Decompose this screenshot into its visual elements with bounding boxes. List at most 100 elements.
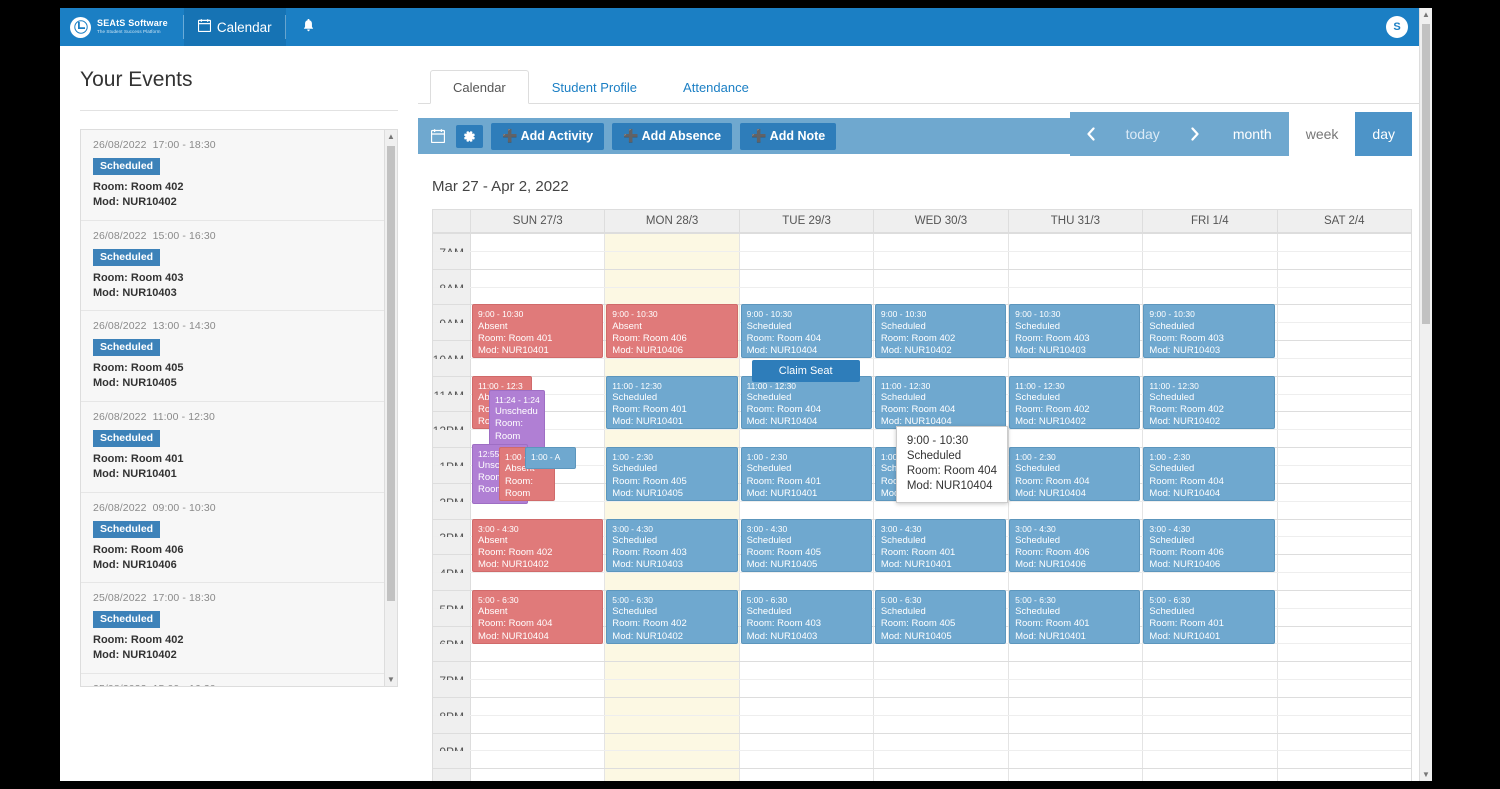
- calendar-event[interactable]: 9:00 - 10:30 Absent Room: Room 401 Mod: NUR…: [472, 304, 604, 358]
- event-room: Room: Room 406: [612, 332, 687, 344]
- list-item[interactable]: 25/08/2022 17:00 - 18:30 Scheduled Room: Ro…: [81, 583, 384, 675]
- calendar-event[interactable]: 5:00 - 6:30 Scheduled Room: Room 401 Mod: N…: [1009, 590, 1141, 644]
- status-badge: Scheduled: [93, 158, 161, 175]
- event-room: Room: Room 405: [612, 475, 687, 487]
- page-scroll-down-icon[interactable]: ▼: [1420, 768, 1432, 781]
- add-activity-button[interactable]: ➕ Add Activity: [491, 122, 605, 150]
- time-label-cell: [433, 430, 471, 448]
- calendar-event[interactable]: 9:00 - 10:30 Scheduled Room: Room 404 Mod: …: [740, 304, 872, 358]
- event-status: Scheduled: [746, 463, 792, 475]
- scroll-up-icon[interactable]: ▲: [387, 130, 395, 143]
- event-time: 5:00 - 6:30: [612, 595, 653, 605]
- page-scrollbar[interactable]: ▲ ▼: [1419, 8, 1432, 781]
- list-item[interactable]: 26/08/2022 09:00 - 10:30 Scheduled Room: Ro…: [81, 493, 384, 584]
- calendar-event[interactable]: 9:00 - 10:30 Absent Room: Room 406 Mod: NUR…: [606, 304, 738, 358]
- event-datetime: 25/08/2022 15:00 - 16:30: [93, 683, 372, 686]
- calendar-event[interactable]: 1:00 - 2:30 Scheduled Room: Room 404 Mod: N…: [1143, 447, 1275, 501]
- event-room: Room: Room 404: [1015, 475, 1090, 487]
- event-room: Room: Room 406: [93, 543, 184, 556]
- day-header-2[interactable]: TUE 29/3: [740, 210, 875, 232]
- calendar-event[interactable]: 11:00 - 12:30 Scheduled Room: Room 402 Mod:…: [1143, 375, 1275, 430]
- calendar-event[interactable]: 11:00 - 12:30 Scheduled Room: Room 404 Mod:…: [874, 375, 1007, 430]
- next-week-button[interactable]: [1174, 112, 1216, 156]
- event-status: Scheduled: [746, 320, 792, 332]
- day-header-3[interactable]: WED 30/3: [874, 210, 1009, 232]
- today-button[interactable]: today: [1112, 112, 1174, 156]
- day-header-0[interactable]: SUN 27/3: [471, 210, 606, 232]
- event-room: Room: Room 402: [478, 547, 553, 558]
- tab-attendance[interactable]: Attendance: [660, 70, 772, 104]
- view-button-month[interactable]: month: [1215, 112, 1289, 156]
- calendar-event[interactable]: 5:00 - 6:30 Scheduled Room: Room 403 Mod: N…: [740, 590, 872, 644]
- calendar-event[interactable]: 5:00 - 6:30 Scheduled Room: Room 402 Mod: N…: [606, 590, 738, 644]
- event-status: Scheduled: [1015, 606, 1061, 618]
- event-status: Absent: [612, 320, 642, 332]
- calendar-event[interactable]: 11:00 - 12:30 Scheduled Room: Room 401 Mod:…: [606, 375, 738, 430]
- list-item[interactable]: 26/08/2022 15:00 - 16:30 Scheduled Room: Ro…: [81, 221, 384, 312]
- event-mod: Mod: NUR10402: [880, 345, 952, 356]
- calendar-event[interactable]: 1:00 - 2:30 Scheduled Room: Room 401 Mod: N…: [740, 447, 872, 501]
- event-status: Scheduled: [880, 320, 926, 332]
- calendar-event[interactable]: 5:00 - 6:30 Scheduled Room: Room 405 Mod: N…: [874, 590, 1007, 644]
- calendar-event[interactable]: 3:00 - 4:30 Scheduled Room: Room 405 Mod: N…: [740, 518, 872, 573]
- calendar-event[interactable]: 5:00 - 6:30 Absent Room: Room 404 Mod: NUR1…: [472, 590, 604, 644]
- plus-icon: ➕: [751, 128, 767, 143]
- plus-icon: ➕: [623, 128, 639, 143]
- list-item[interactable]: 26/08/2022 11:00 - 12:30 Scheduled Room: Ro…: [81, 402, 384, 493]
- user-avatar[interactable]: S: [1386, 16, 1408, 38]
- calendar-event[interactable]: 1:00 - 2:30 Scheduled Room: Room 404 Mod: N…: [1009, 447, 1141, 501]
- event-mod: Mod: NUR10404: [478, 630, 549, 642]
- claim-seat-button[interactable]: Claim Seat: [751, 359, 860, 382]
- time-label-cell: [433, 680, 471, 697]
- brand-logo[interactable]: SEAtS Software The Student Success Platf…: [60, 8, 184, 46]
- calendar-event[interactable]: 9:00 - 10:30 Scheduled Room: Room 403 Mod: …: [1143, 304, 1275, 358]
- event-room: Room: Room 403: [612, 547, 687, 558]
- view-button-day[interactable]: day: [1355, 112, 1412, 156]
- calendar-event[interactable]: 3:00 - 4:30 Scheduled Room: Room 403 Mod: N…: [606, 518, 738, 573]
- page-scroll-up-icon[interactable]: ▲: [1420, 8, 1432, 21]
- event-time: 11:00 - 12:30: [1015, 380, 1065, 391]
- event-mod: Mod: NUR10405: [612, 487, 684, 499]
- add-note-button[interactable]: ➕ Add Note: [740, 122, 837, 150]
- calendar-event[interactable]: 3:00 - 4:30 Absent Room: Room 402 Mod: NUR1…: [472, 518, 604, 573]
- time-label-cell: [433, 573, 471, 590]
- page-scrollbar-thumb[interactable]: [1422, 24, 1430, 324]
- events-list-scrollbar[interactable]: ▲ ▼: [384, 130, 397, 686]
- tab-calendar[interactable]: Calendar: [430, 70, 529, 104]
- list-item[interactable]: 25/08/202215:00 - 16:30ScheduledRoom: Ro…: [81, 674, 384, 686]
- plus-icon: ➕: [502, 128, 518, 143]
- scroll-down-icon[interactable]: ▼: [387, 673, 395, 686]
- event-time: 5:00 - 6:30: [746, 595, 788, 605]
- view-button-week[interactable]: week: [1288, 112, 1356, 156]
- nav-item-calendar[interactable]: Calendar: [183, 8, 286, 46]
- calendar-event[interactable]: 3:00 - 4:30 Scheduled Room: Room 401 Mod: N…: [874, 518, 1007, 573]
- calendar-event[interactable]: 5:00 - 6:30 Scheduled Room: Room 401 Mod: N…: [1143, 590, 1275, 644]
- calendar-event[interactable]: 1:00 - 2:30 Scheduled Room: Room 405 Mod: N…: [606, 447, 738, 501]
- event-time: 11:00 - 12:30: [880, 380, 931, 391]
- calendar-event[interactable]: 3:00 - 4:30 Scheduled Room: Room 406 Mod: N…: [1143, 518, 1275, 573]
- nav-item-notifications[interactable]: [286, 8, 331, 46]
- tab-student-profile[interactable]: Student Profile: [529, 70, 660, 104]
- event-room: Room: Room 402: [880, 332, 956, 344]
- list-item[interactable]: 26/08/2022 13:00 - 14:30 Scheduled Room: Ro…: [81, 311, 384, 403]
- add-absence-button[interactable]: ➕ Add Absence: [612, 122, 733, 150]
- calendar-event[interactable]: 9:00 - 10:30 Scheduled Room: Room 403 Mod: …: [1009, 304, 1141, 358]
- prev-week-button[interactable]: [1070, 112, 1112, 156]
- calendar-event[interactable]: 11:00 - 12:30 Scheduled Room: Room 404 Mod:…: [740, 375, 872, 430]
- toolbar-settings-button[interactable]: [456, 124, 483, 148]
- events-list-scroll-area[interactable]: 26/08/2022 17:00 - 18:30 Scheduled Room: Ro…: [81, 130, 384, 686]
- day-header-5[interactable]: FRI 1/4: [1143, 210, 1278, 232]
- list-item[interactable]: 26/08/2022 17:00 - 18:30 Scheduled Room: Ro…: [81, 130, 384, 221]
- event-status: Scheduled: [1015, 463, 1061, 475]
- scrollbar-thumb[interactable]: [387, 146, 395, 601]
- calendar-event[interactable]: 9:00 - 10:30 Scheduled Room: Room 402 Mod: …: [874, 304, 1007, 358]
- calendar-event[interactable]: 11:00 - 12:30 Scheduled Room: Room 402 Mod:…: [1009, 375, 1141, 430]
- day-header-1[interactable]: MON 28/3: [605, 210, 740, 232]
- toolbar-calendar-icon[interactable]: [424, 124, 452, 148]
- day-header-4[interactable]: THU 31/3: [1009, 210, 1144, 232]
- calendar-event[interactable]: 1:00 - A: [525, 447, 577, 470]
- day-header-6[interactable]: SAT 2/4: [1278, 210, 1411, 232]
- time-label-cell: 9AM: [433, 305, 471, 331]
- calendar-event[interactable]: 3:00 - 4:30 Scheduled Room: Room 406 Mod: N…: [1009, 518, 1141, 573]
- event-time: 9:00 - 10:30: [478, 309, 524, 320]
